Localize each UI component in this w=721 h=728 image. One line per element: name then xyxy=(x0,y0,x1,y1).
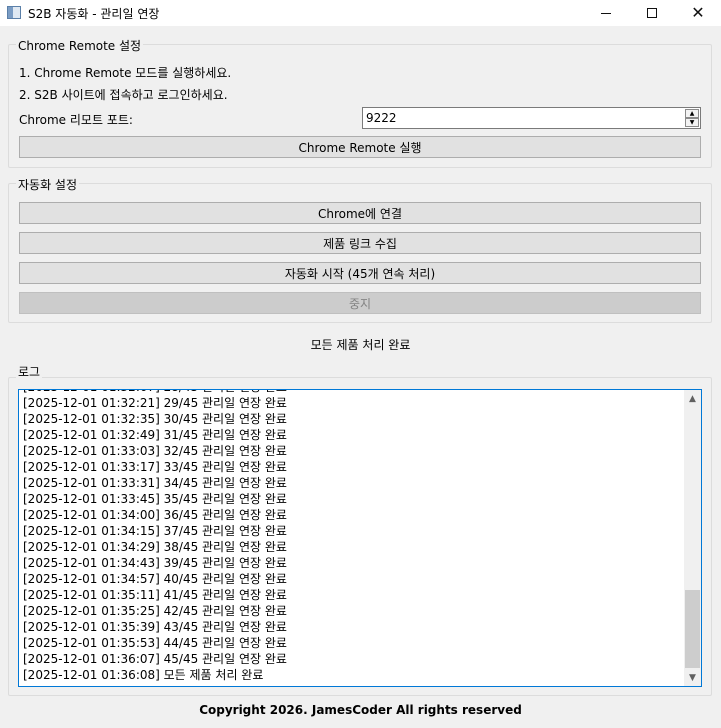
log-line: [2025-12-01 01:35:53] 44/45 관리일 연장 완료 xyxy=(23,636,287,650)
automation-group-title: 자동화 설정 xyxy=(16,176,80,193)
scroll-thumb[interactable] xyxy=(685,590,700,668)
port-label: Chrome 리모트 포트: xyxy=(19,113,133,127)
log-lines: [2025-12-01 01:32:07] 28/45 관리일 연장 완료[20… xyxy=(23,390,287,683)
log-line: [2025-12-01 01:32:21] 29/45 관리일 연장 완료 xyxy=(23,396,287,410)
log-line: [2025-12-01 01:33:03] 32/45 관리일 연장 완료 xyxy=(23,444,287,458)
spin-down-icon[interactable]: ▼ xyxy=(685,118,699,127)
minimize-icon xyxy=(601,12,611,14)
log-line: [2025-12-01 01:33:17] 33/45 관리일 연장 완료 xyxy=(23,460,287,474)
collect-links-button[interactable]: 제품 링크 수집 xyxy=(19,232,701,254)
log-line: [2025-12-01 01:32:49] 31/45 관리일 연장 완료 xyxy=(23,428,287,442)
log-line: [2025-12-01 01:33:31] 34/45 관리일 연장 완료 xyxy=(23,476,287,490)
log-line: [2025-12-01 01:34:57] 40/45 관리일 연장 완료 xyxy=(23,572,287,586)
log-line: [2025-12-01 01:33:45] 35/45 관리일 연장 완료 xyxy=(23,492,287,506)
log-group-title: 로그 xyxy=(16,363,43,380)
maximize-icon xyxy=(647,8,657,18)
log-line: [2025-12-01 01:35:25] 42/45 관리일 연장 완료 xyxy=(23,604,287,618)
window-title: S2B 자동화 - 관리일 연장 xyxy=(28,7,160,21)
stop-button[interactable]: 중지 xyxy=(19,292,701,314)
spin-arrows: ▲ ▼ xyxy=(685,109,699,127)
connect-chrome-button[interactable]: Chrome에 연결 xyxy=(19,202,701,224)
log-line: [2025-12-01 01:35:11] 41/45 관리일 연장 완료 xyxy=(23,588,287,602)
log-line: [2025-12-01 01:35:39] 43/45 관리일 연장 완료 xyxy=(23,620,287,634)
log-line: [2025-12-01 01:34:43] 39/45 관리일 연장 완료 xyxy=(23,556,287,570)
log-scrollbar[interactable]: ▲ ▼ xyxy=(684,390,701,686)
port-input[interactable] xyxy=(363,108,683,128)
log-line: [2025-12-01 01:34:00] 36/45 관리일 연장 완료 xyxy=(23,508,287,522)
scroll-up-icon[interactable]: ▲ xyxy=(684,390,701,407)
chrome-remote-group-title: Chrome Remote 설정 xyxy=(16,37,144,54)
scroll-down-icon[interactable]: ▼ xyxy=(684,669,701,686)
maximize-button[interactable] xyxy=(629,0,675,26)
title-bar: S2B 자동화 - 관리일 연장 ✕ xyxy=(0,0,721,26)
chrome-remote-run-button[interactable]: Chrome Remote 실행 xyxy=(19,136,701,158)
log-line: [2025-12-01 01:36:07] 45/45 관리일 연장 완료 xyxy=(23,652,287,666)
instruction-step-2: 2. S2B 사이트에 접속하고 로그인하세요. xyxy=(19,88,228,102)
minimize-button[interactable] xyxy=(583,0,629,26)
start-automation-button[interactable]: 자동화 시작 (45개 연속 처리) xyxy=(19,262,701,284)
app-window-icon xyxy=(7,6,21,19)
close-button[interactable]: ✕ xyxy=(675,0,721,26)
port-spinbox[interactable]: ▲ ▼ xyxy=(362,107,701,129)
copyright-footer: Copyright 2026. JamesCoder All rights re… xyxy=(199,703,522,717)
log-line: [2025-12-01 01:34:15] 37/45 관리일 연장 완료 xyxy=(23,524,287,538)
status-text: 모든 제품 처리 완료 xyxy=(310,338,411,352)
log-textarea[interactable]: [2025-12-01 01:32:07] 28/45 관리일 연장 완료[20… xyxy=(18,389,702,687)
log-line: [2025-12-01 01:36:08] 모든 제품 처리 완료 xyxy=(23,668,264,682)
spin-up-icon[interactable]: ▲ xyxy=(685,109,699,118)
instruction-step-1: 1. Chrome Remote 모드를 실행하세요. xyxy=(19,66,232,80)
close-icon: ✕ xyxy=(691,3,705,22)
log-line: [2025-12-01 01:32:35] 30/45 관리일 연장 완료 xyxy=(23,412,287,426)
log-line: [2025-12-01 01:34:29] 38/45 관리일 연장 완료 xyxy=(23,540,287,554)
